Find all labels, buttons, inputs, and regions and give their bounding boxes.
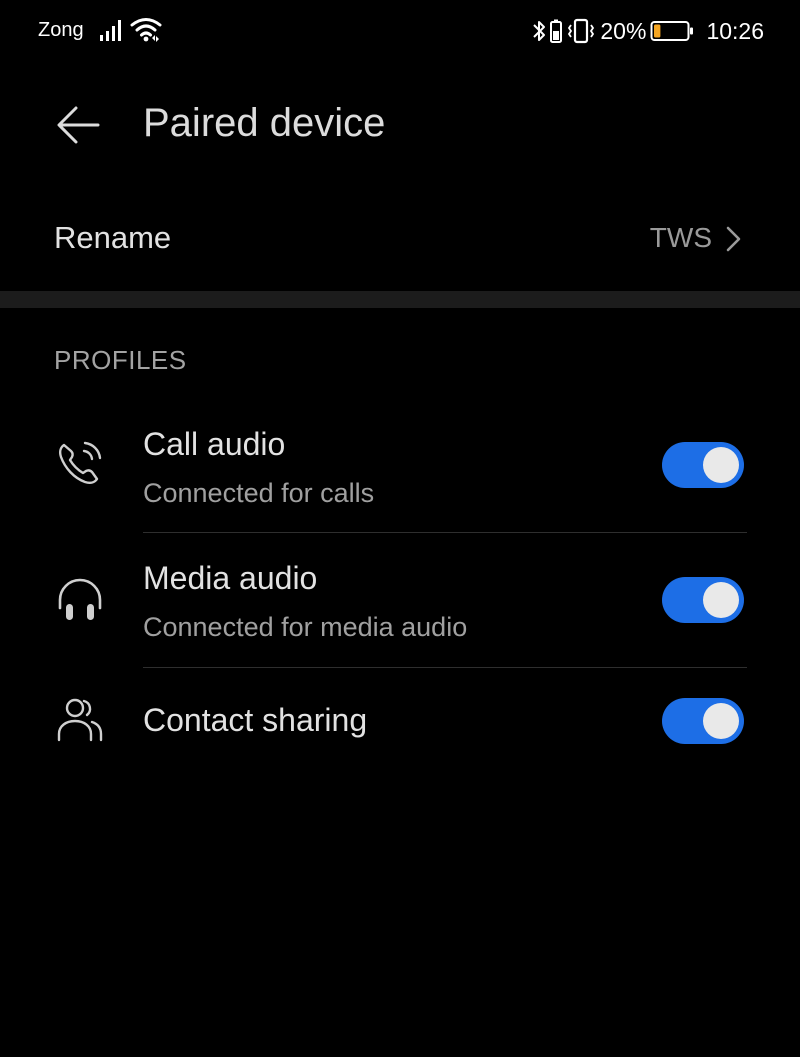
app-bar: Paired device	[0, 80, 800, 170]
profiles-header: PROFILES	[54, 345, 187, 375]
arrow-left-icon	[57, 106, 100, 144]
profile-row-media-audio: Media audio Connected for media audio	[0, 544, 800, 668]
battery-icon	[650, 21, 694, 41]
profile-title: Media audio	[143, 560, 318, 596]
call-audio-toggle[interactable]	[662, 442, 744, 488]
toggle-knob	[703, 703, 739, 739]
toggle-knob	[703, 447, 739, 483]
status-right-group: 20% 10:26	[532, 14, 764, 48]
status-bar: Zong 20% 10:26	[0, 0, 800, 62]
device-name-value: TWS	[649, 222, 712, 253]
profile-subtitle: Connected for calls	[143, 478, 375, 508]
row-divider	[143, 667, 747, 668]
contact-sharing-toggle[interactable]	[662, 698, 744, 744]
phone-call-icon	[59, 441, 102, 484]
media-audio-toggle[interactable]	[662, 577, 744, 623]
profile-row-contact-sharing: Contact sharing	[0, 676, 800, 766]
row-divider	[143, 532, 747, 533]
battery-small-icon	[550, 19, 563, 43]
contacts-icon	[57, 698, 103, 742]
battery-percent: 20%	[600, 17, 647, 44]
vibrate-icon	[568, 18, 595, 44]
rename-label: Rename	[54, 220, 172, 255]
carrier-name: Zong	[38, 19, 84, 41]
section-divider	[0, 291, 800, 308]
profile-row-call-audio: Call audio Connected for calls	[0, 410, 800, 534]
profile-subtitle: Connected for media audio	[143, 612, 468, 642]
wifi-icon	[130, 18, 162, 42]
page-title: Paired device	[143, 101, 386, 145]
clock: 10:26	[706, 17, 764, 44]
chevron-right-icon	[726, 226, 741, 252]
signal-icon	[100, 20, 121, 41]
profile-title: Call audio	[143, 426, 286, 462]
toggle-knob	[703, 582, 739, 618]
profile-title: Contact sharing	[143, 702, 368, 738]
back-button[interactable]	[54, 100, 104, 150]
bluetooth-icon	[533, 21, 546, 41]
rename-row[interactable]: Rename TWS	[0, 196, 800, 282]
headphones-icon	[58, 578, 102, 620]
